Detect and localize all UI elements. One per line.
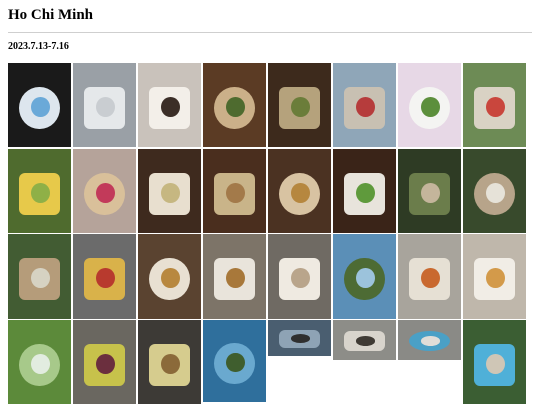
- photo-detail-shape: [420, 182, 440, 203]
- photo-thumbnail-small-dishes[interactable]: [268, 149, 331, 233]
- photo-thumbnail-garden-path[interactable]: [398, 149, 461, 233]
- photo-detail-shape: [290, 334, 310, 344]
- photo-detail-shape: [225, 96, 245, 117]
- photo-thumbnail-pho-bowls[interactable]: [203, 63, 266, 147]
- photo-detail-shape: [95, 268, 115, 289]
- photo-thumbnail-mangosteen-tray[interactable]: [73, 320, 136, 404]
- photo-thumbnail-tropical-plate[interactable]: [398, 234, 461, 319]
- photo-detail-shape: [485, 182, 505, 203]
- photo-detail-shape: [30, 96, 50, 117]
- photo-detail-shape: [225, 352, 245, 373]
- photo-detail-shape: [95, 353, 115, 374]
- date-range-heading: 2023.7.13-7.16: [8, 41, 69, 52]
- photo-detail-shape: [290, 96, 310, 117]
- photo-thumbnail-hotel-kiosk[interactable]: [8, 63, 71, 147]
- photo-thumbnail-villa-pool[interactable]: [463, 320, 526, 404]
- page-title: Ho Chi Minh: [8, 7, 94, 23]
- photo-thumbnail-drinks-table[interactable]: [138, 149, 201, 233]
- photo-thumbnail-villa-garden[interactable]: [463, 149, 526, 233]
- photo-detail-shape: [290, 182, 310, 203]
- photo-detail-shape: [160, 353, 180, 374]
- photo-detail-shape: [290, 268, 310, 289]
- photo-thumbnail-elevator-panel[interactable]: [73, 63, 136, 147]
- photo-detail-shape: [355, 182, 375, 203]
- photo-detail-shape: [95, 182, 115, 203]
- photo-thumbnail-poolside-window[interactable]: [398, 320, 461, 360]
- photo-detail-shape: [485, 268, 505, 289]
- photo-thumbnail-fruit-basket[interactable]: [73, 234, 136, 319]
- photo-detail-shape: [485, 353, 505, 374]
- photo-thumbnail-dragonfruit-box[interactable]: [73, 149, 136, 233]
- photo-detail-shape: [30, 182, 50, 203]
- photo-thumbnail-pool-view[interactable]: [333, 234, 396, 319]
- photo-detail-shape: [160, 268, 180, 289]
- photo-thumbnail-green-vegetables[interactable]: [333, 149, 396, 233]
- photo-thumbnail-fruit-stall[interactable]: [8, 149, 71, 233]
- photo-thumbnail-street-vendors[interactable]: [463, 63, 526, 147]
- photo-thumbnail-dessert-plate[interactable]: [463, 234, 526, 319]
- photo-thumbnail-street-scene[interactable]: [333, 63, 396, 147]
- photo-detail-shape: [420, 268, 440, 289]
- photo-detail-shape: [160, 182, 180, 203]
- photo-detail-shape: [160, 96, 180, 117]
- photo-detail-shape: [355, 336, 375, 346]
- photo-detail-shape: [30, 353, 50, 374]
- photo-thumbnail-mirror-selfie[interactable]: [138, 63, 201, 147]
- photo-thumbnail-resort-lawn[interactable]: [8, 234, 71, 319]
- photo-thumbnail-hotel-pool[interactable]: [203, 320, 266, 402]
- photo-thumbnail-noodle-soup[interactable]: [268, 63, 331, 147]
- photo-thumbnail-bread-rolls[interactable]: [268, 234, 331, 319]
- title-divider: [8, 32, 532, 33]
- photo-thumbnail-breakfast-plate[interactable]: [138, 234, 201, 319]
- photo-thumbnail-coffee-table[interactable]: [333, 320, 396, 360]
- photo-thumbnail-pancake-plate[interactable]: [138, 320, 201, 404]
- photo-detail-shape: [420, 336, 440, 346]
- photo-detail-shape: [95, 96, 115, 117]
- photo-thumbnail-patio-table[interactable]: [268, 320, 331, 356]
- photo-detail-shape: [355, 268, 375, 289]
- photo-thumbnail-plush-toy-shop[interactable]: [398, 63, 461, 147]
- photo-detail-shape: [485, 96, 505, 117]
- photo-thumbnail-coconut-drink[interactable]: [203, 149, 266, 233]
- photo-detail-shape: [420, 96, 440, 117]
- photo-detail-shape: [225, 268, 245, 289]
- photo-thumbnail-palm-leaves[interactable]: [8, 320, 71, 404]
- photo-detail-shape: [30, 268, 50, 289]
- photo-thumbnail-breakfast-table[interactable]: [203, 234, 266, 319]
- photo-detail-shape: [225, 182, 245, 203]
- photo-detail-shape: [355, 96, 375, 117]
